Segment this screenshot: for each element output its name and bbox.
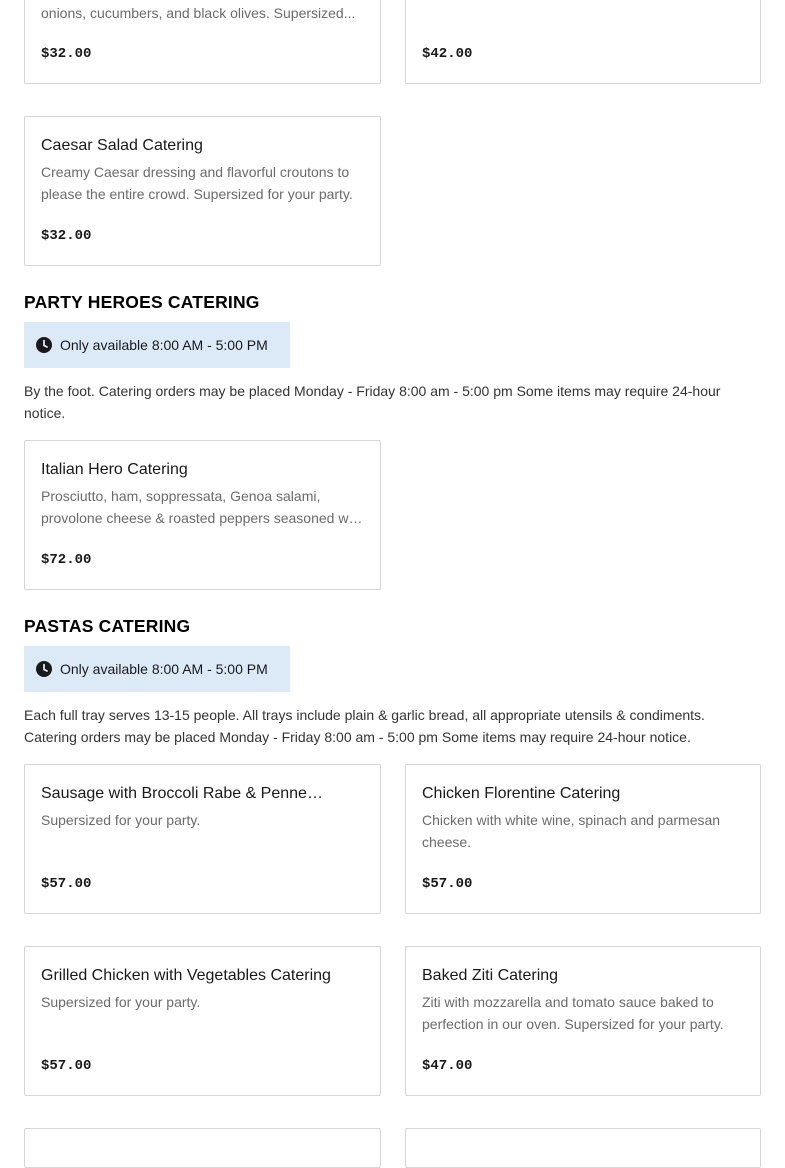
menu-item-description: Supersized for your party. (41, 812, 201, 828)
clock-icon (36, 661, 52, 677)
menu-item-description: Ziti with mozzarella and tomato sauce ba… (422, 994, 724, 1032)
menu-item-card[interactable]: Grilled Chicken with Vegetables Catering… (24, 946, 381, 1096)
availability-badge: Only available 8:00 AM - 5:00 PM (24, 322, 290, 368)
menu-item-card[interactable]: Chicken Florentine Catering Chicken with… (405, 764, 761, 914)
menu-item-price: $72.00 (41, 552, 92, 568)
menu-item-card[interactable]: $42.00 (405, 0, 761, 84)
menu-item-price: $57.00 (41, 1058, 92, 1074)
menu-item-description: Supersized for your party. (41, 994, 201, 1010)
section-title-party-heroes: PARTY HEROES CATERING (24, 292, 260, 312)
menu-item-title: Caesar Salad Catering (41, 137, 203, 154)
menu-item-title: Grilled Chicken with Vegetables Catering (41, 967, 331, 984)
menu-item-price: $32.00 (41, 46, 92, 62)
menu-item-price: $47.00 (422, 1058, 473, 1074)
menu-item-price: $57.00 (422, 876, 473, 892)
menu-item-price: $57.00 (41, 876, 92, 892)
menu-item-description: onions, cucumbers, and black olives. Sup… (41, 5, 356, 21)
menu-item-card[interactable] (405, 1128, 761, 1168)
menu-item-card[interactable] (24, 1128, 381, 1168)
menu-item-card[interactable]: Caesar Salad Catering Creamy Caesar dres… (24, 116, 381, 266)
menu-item-price: $42.00 (422, 46, 473, 62)
availability-text: Only available 8:00 AM - 5:00 PM (60, 661, 268, 677)
menu-item-card[interactable]: onions, cucumbers, and black olives. Sup… (24, 0, 381, 84)
section-description: By the foot. Catering orders may be plac… (24, 383, 721, 421)
section-title-pastas: PASTAS CATERING (24, 616, 191, 636)
menu-item-description: Creamy Caesar dressing and flavorful cro… (41, 164, 353, 202)
menu-item-title: Sausage with Broccoli Rabe & Penne Cater… (41, 785, 326, 802)
menu-item-card[interactable]: Sausage with Broccoli Rabe & Penne Cater… (24, 764, 381, 914)
section-description: Each full tray serves 13-15 people. All … (24, 707, 705, 745)
availability-badge: Only available 8:00 AM - 5:00 PM (24, 646, 290, 692)
menu-item-card[interactable]: Italian Hero Catering Prosciutto, ham, s… (24, 440, 381, 590)
menu-item-description: Chicken with white wine, spinach and par… (422, 812, 721, 850)
menu-item-title: Baked Ziti Catering (422, 967, 559, 984)
menu-item-price: $32.00 (41, 228, 92, 244)
menu-item-description: Prosciutto, ham, soppressata, Genoa sala… (41, 488, 364, 526)
menu-item-title: Italian Hero Catering (41, 461, 188, 478)
menu-item-title: Chicken Florentine Catering (422, 785, 621, 802)
availability-text: Only available 8:00 AM - 5:00 PM (60, 337, 268, 353)
clock-icon (36, 337, 52, 353)
menu-item-card[interactable]: Baked Ziti Catering Ziti with mozzarella… (405, 946, 761, 1096)
